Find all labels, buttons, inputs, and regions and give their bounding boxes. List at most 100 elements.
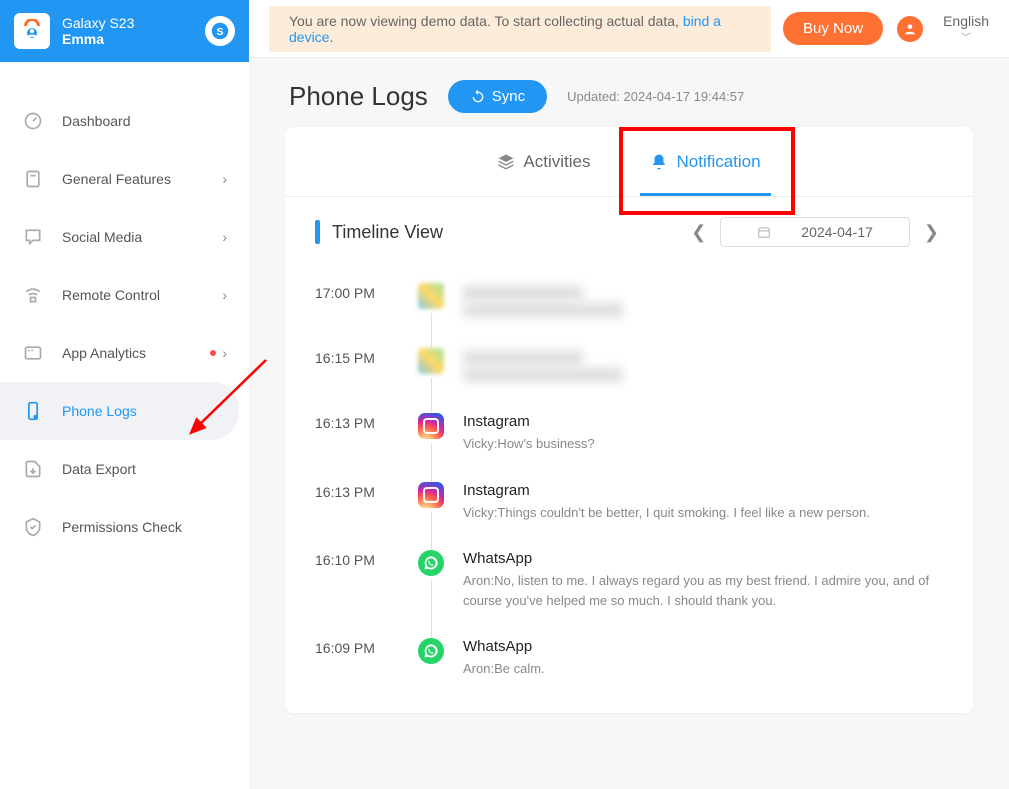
page-header: Phone Logs Sync Updated: 2024-04-17 19:4…	[249, 58, 1009, 127]
sync-label: Sync	[492, 88, 525, 105]
timeline-entry: 16:15 PM	[315, 334, 943, 399]
nav-icon	[22, 110, 44, 132]
buy-now-button[interactable]: Buy Now	[783, 12, 883, 45]
chevron-right-icon: ›	[222, 345, 227, 361]
entry-app: Instagram	[463, 413, 943, 430]
nav-label: App Analytics	[62, 345, 210, 361]
instagram-icon	[418, 413, 444, 439]
tab-activities-label: Activities	[523, 152, 590, 172]
sidebar: Galaxy S23 Emma S Dashboard General Featu…	[0, 0, 249, 789]
entry-text: Vicky:Things couldn't be better, I quit …	[463, 503, 943, 523]
date-nav: ❮ 2024-04-17 ❯	[687, 217, 943, 247]
chevron-right-icon: ›	[222, 171, 227, 187]
nav-label: Dashboard	[62, 113, 227, 129]
timeline-entry: 16:10 PM WhatsApp Aron:No, listen to me. I…	[315, 536, 943, 624]
nav-icon	[22, 168, 44, 190]
main: You are now viewing demo data. To start …	[249, 0, 1009, 789]
sidebar-nav: DashboardGeneral Features›Social Media›R…	[0, 62, 249, 556]
entry-body: Instagram Vicky:How's business?	[449, 413, 943, 454]
date-value: 2024-04-17	[801, 224, 873, 240]
entry-time: 16:15 PM	[315, 348, 413, 385]
sidebar-item-dashboard[interactable]: Dashboard	[0, 92, 249, 150]
entry-icon-col	[413, 550, 449, 610]
nav-icon	[22, 400, 44, 422]
timeline-entry: 16:09 PM WhatsApp Aron:Be calm.	[315, 624, 943, 693]
device-name: Galaxy S23	[62, 15, 205, 31]
entry-time: 16:10 PM	[315, 550, 413, 610]
tab-activities[interactable]: Activities	[467, 127, 620, 196]
top-bar: You are now viewing demo data. To start …	[249, 0, 1009, 58]
date-next-button[interactable]: ❯	[920, 218, 943, 247]
tab-notification-label: Notification	[676, 152, 760, 172]
nav-icon	[22, 458, 44, 480]
whatsapp-icon	[418, 638, 444, 664]
nav-icon	[22, 284, 44, 306]
entry-body	[449, 283, 943, 320]
entry-time: 16:13 PM	[315, 413, 413, 454]
device-info: Galaxy S23 Emma	[62, 15, 205, 47]
tab-notification[interactable]: Notification	[620, 127, 790, 196]
nav-icon	[22, 226, 44, 248]
nav-icon	[22, 516, 44, 538]
sidebar-item-permissions-check[interactable]: Permissions Check	[0, 498, 249, 556]
entry-app: WhatsApp	[463, 550, 943, 567]
entry-body: WhatsApp Aron:No, listen to me. I always …	[449, 550, 943, 610]
timeline-entry: 17:00 PM	[315, 269, 943, 334]
sidebar-header: Galaxy S23 Emma S	[0, 0, 249, 62]
layers-icon	[497, 153, 515, 171]
entry-text: Vicky:How's business?	[463, 434, 943, 454]
billing-icon[interactable]: S	[205, 16, 235, 46]
sidebar-item-phone-logs[interactable]: Phone Logs	[0, 382, 239, 440]
entry-time: 16:13 PM	[315, 482, 413, 523]
sidebar-item-app-analytics[interactable]: App Analytics ›	[0, 324, 249, 382]
entry-body: WhatsApp Aron:Be calm.	[449, 638, 943, 679]
timeline-title: Timeline View	[332, 222, 687, 243]
svg-text:S: S	[216, 26, 223, 38]
content-card: Activities Notification Timeline View ❮ …	[285, 127, 973, 713]
app-logo-icon	[14, 13, 50, 49]
entry-icon-col	[413, 283, 449, 320]
user-name: Emma	[62, 31, 205, 47]
entry-app: Instagram	[463, 482, 943, 499]
tabs: Activities Notification	[285, 127, 973, 197]
nav-label: General Features	[62, 171, 222, 187]
sync-button[interactable]: Sync	[448, 80, 547, 113]
sidebar-item-remote-control[interactable]: Remote Control›	[0, 266, 249, 324]
entry-icon-col	[413, 638, 449, 679]
calendar-icon	[757, 225, 771, 239]
chevron-down-icon: ﹀	[943, 29, 989, 44]
entry-body: Instagram Vicky:Things couldn't be better…	[449, 482, 943, 523]
demo-banner: You are now viewing demo data. To start …	[269, 6, 771, 52]
accent-bar	[315, 220, 320, 244]
nav-label: Data Export	[62, 461, 227, 477]
updated-text: Updated: 2024-04-17 19:44:57	[567, 89, 744, 104]
sidebar-item-data-export[interactable]: Data Export	[0, 440, 249, 498]
timeline-entry: 16:13 PM Instagram Vicky:How's business?	[315, 399, 943, 468]
entry-time: 16:09 PM	[315, 638, 413, 679]
sidebar-item-general-features[interactable]: General Features›	[0, 150, 249, 208]
instagram-icon	[418, 482, 444, 508]
sidebar-item-social-media[interactable]: Social Media›	[0, 208, 249, 266]
timeline-entry: 16:13 PM Instagram Vicky:Things couldn't b…	[315, 468, 943, 537]
nav-label: Permissions Check	[62, 519, 227, 535]
user-avatar-icon[interactable]	[897, 16, 923, 42]
sync-icon	[470, 89, 486, 105]
entry-text: Aron:No, listen to me. I always regard y…	[463, 571, 943, 610]
app-icon-blurred	[418, 348, 444, 374]
entry-icon-col	[413, 348, 449, 385]
date-prev-button[interactable]: ❮	[687, 218, 710, 247]
whatsapp-icon	[418, 550, 444, 576]
notification-dot-icon	[210, 350, 216, 356]
language-label: English	[943, 13, 989, 29]
language-selector[interactable]: English ﹀	[943, 13, 989, 44]
nav-label: Remote Control	[62, 287, 222, 303]
date-picker[interactable]: 2024-04-17	[720, 217, 910, 247]
entry-icon-col	[413, 482, 449, 523]
demo-text: You are now viewing demo data. To start …	[289, 13, 683, 29]
entry-text: Aron:Be calm.	[463, 659, 943, 679]
entry-app: WhatsApp	[463, 638, 943, 655]
nav-label: Phone Logs	[62, 403, 217, 419]
chevron-right-icon: ›	[222, 229, 227, 245]
entry-icon-col	[413, 413, 449, 454]
timeline-header: Timeline View ❮ 2024-04-17 ❯	[285, 197, 973, 259]
